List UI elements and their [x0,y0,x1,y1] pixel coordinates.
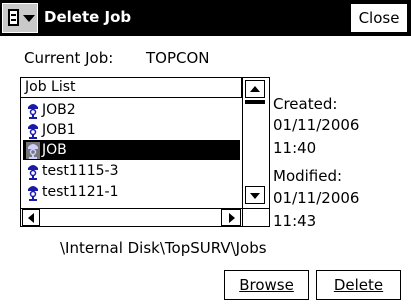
job-list-header[interactable]: Job List [21,78,242,98]
browse-button-label: Browse [239,276,294,294]
job-list[interactable]: Job List JOB2 JOB1 JOB test1115-3 test11… [20,77,270,227]
vertical-scrollbar[interactable] [242,78,269,208]
title-bar: Delete Job Close [0,0,411,36]
arrow-left-icon [28,213,34,223]
arrow-up-icon [250,86,260,92]
browse-button[interactable]: Browse [224,270,309,300]
scroll-up-button[interactable] [245,80,265,98]
chevron-down-icon [23,15,35,22]
delete-button-label: Delete [333,276,384,294]
modified-time: 11:43 [273,212,317,230]
surveyor-job-icon [28,124,38,139]
scroll-right-button[interactable] [221,209,241,226]
created-time: 11:40 [273,139,317,157]
surveyor-job-icon [26,142,40,159]
surveyor-job-icon [28,186,38,201]
current-job-value: TOPCON [146,49,210,67]
list-item-selected[interactable]: JOB [23,140,240,160]
list-item-label: JOB1 [42,122,76,138]
close-button[interactable]: Close [350,3,408,33]
window-title: Delete Job [44,8,132,26]
scroll-left-button[interactable] [22,209,40,226]
delete-button[interactable]: Delete [316,270,401,300]
list-item-label: test1115-3 [42,163,119,179]
arrow-right-icon [229,213,235,223]
document-icon [8,9,19,26]
list-item-label: JOB2 [42,102,76,118]
start-menu-button[interactable] [2,3,38,33]
scroll-down-button[interactable] [245,186,265,204]
job-folder-path: \Internal Disk\TopSURV\Jobs [60,239,267,257]
list-item[interactable]: test1121-1 [23,182,240,202]
scroll-thumb[interactable] [245,100,265,104]
arrow-down-icon [250,193,260,199]
created-date: 01/11/2006 [273,116,360,134]
list-item-label: test1121-1 [42,184,119,200]
surveyor-job-icon [28,104,38,119]
created-label: Created: [273,95,338,113]
list-item[interactable]: JOB2 [23,100,240,120]
list-item[interactable]: JOB1 [23,120,240,140]
horizontal-scrollbar[interactable] [21,208,242,226]
current-job-label: Current Job: [24,49,114,67]
list-item[interactable]: test1115-3 [23,161,240,181]
list-item-label: JOB [42,142,67,158]
modified-label: Modified: [273,167,343,185]
scrollbar-corner [242,208,269,226]
surveyor-job-icon [28,165,38,180]
modified-date: 01/11/2006 [273,189,360,207]
